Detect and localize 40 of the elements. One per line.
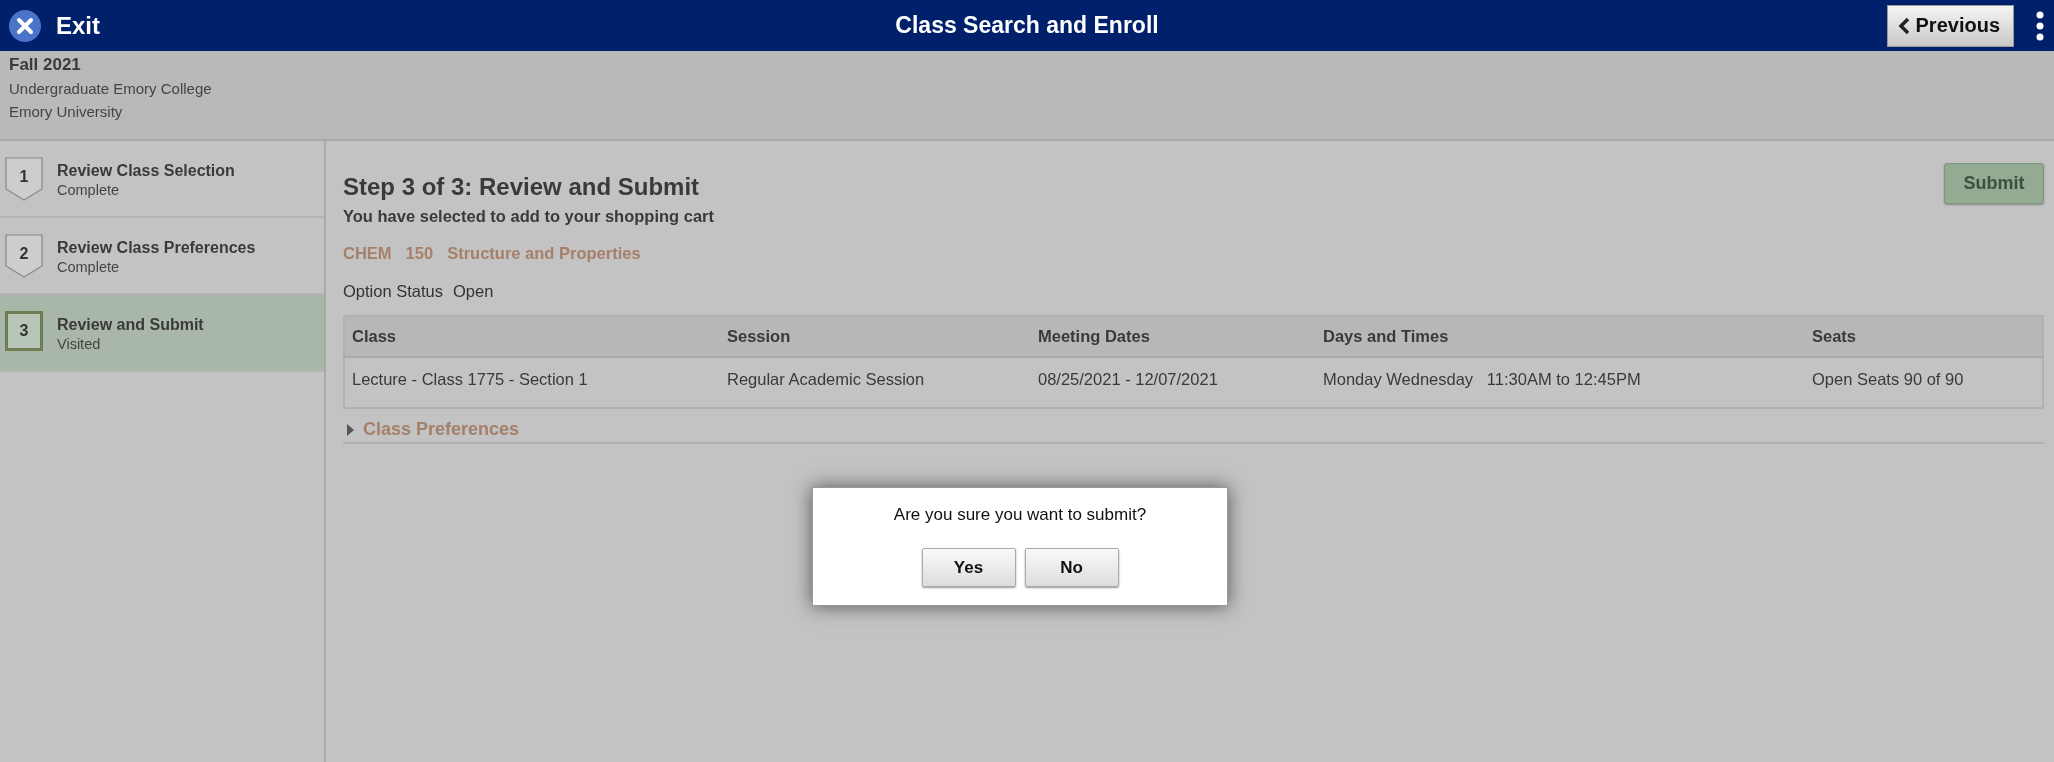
dialog-button[interactable]: Yes xyxy=(921,548,1016,587)
option-status-label: Option Status xyxy=(343,282,443,301)
column-header: Meeting Dates xyxy=(1031,316,1316,357)
column-header: Days and Times xyxy=(1316,316,1805,357)
previous-button[interactable]: Previous xyxy=(1886,4,2014,47)
table-cell: Open Seats 90 of 90 xyxy=(1805,357,2043,408)
table-cell: 08/25/2021 - 12/07/2021 xyxy=(1031,357,1316,408)
option-status-value: Open xyxy=(453,282,494,301)
step-number-badge: 2 xyxy=(5,233,43,278)
step-number-badge: 1 xyxy=(5,156,43,201)
step-title: Review Class Selection xyxy=(57,160,235,181)
column-header: Seats xyxy=(1805,316,2043,357)
course-title: Structure and Properties xyxy=(447,244,641,263)
column-header: Session xyxy=(720,316,1031,357)
step-status: Complete xyxy=(57,258,121,275)
submit-button[interactable]: Submit xyxy=(1944,163,2044,204)
step-heading: Step 3 of 3: Review and Submit xyxy=(343,173,700,201)
table-cell: Lecture - Class 1775 - Section 1 xyxy=(344,357,720,408)
dialog-message: Are you sure you want to submit? xyxy=(893,505,1147,525)
page-title: Class Search and Enroll xyxy=(895,12,1159,39)
step-title: Review and Submit xyxy=(57,314,204,335)
step-status: Complete xyxy=(57,181,121,198)
expand-triangle-icon xyxy=(347,423,354,436)
table-cell: Monday Wednesday 11:30AM to 12:45PM xyxy=(1316,357,1805,408)
table-cell: Regular Academic Session xyxy=(720,357,1031,408)
step-status: Visited xyxy=(57,335,102,352)
term-name: Fall 2021 xyxy=(9,54,82,76)
step-item[interactable]: 3 Review and Submit Visited xyxy=(0,295,324,372)
institution-text: Emory University xyxy=(9,102,124,122)
exit-button[interactable]: Exit xyxy=(8,8,100,43)
chevron-left-icon xyxy=(1897,16,1910,35)
step-title: Review Class Preferences xyxy=(57,237,256,258)
column-header: Class xyxy=(344,316,720,357)
course-subject: CHEM xyxy=(343,244,392,263)
dialog-button[interactable]: No xyxy=(1024,548,1119,587)
career-text: Undergraduate Emory College xyxy=(9,79,213,99)
intro-text: You have selected to add to your shopping cart xyxy=(343,207,715,226)
more-options-icon[interactable] xyxy=(2036,10,2044,41)
close-icon xyxy=(8,8,42,43)
course-number: 150 xyxy=(405,244,434,263)
